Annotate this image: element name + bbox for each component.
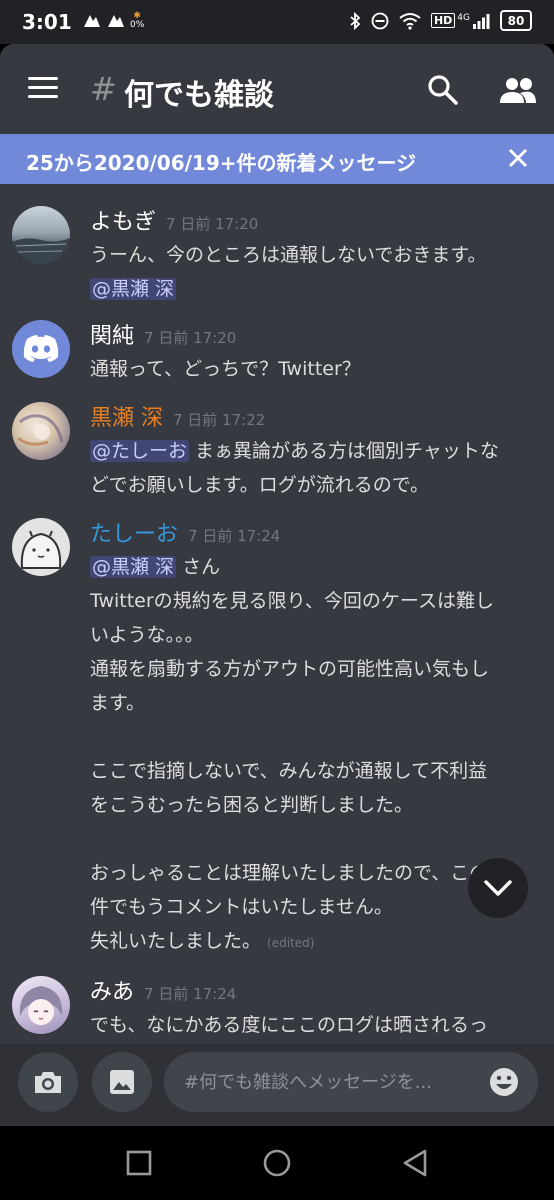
channel-header: # 何でも雑談 <box>0 44 554 134</box>
data-usage-label: 0% <box>130 20 145 30</box>
gallery-button[interactable] <box>92 1052 152 1112</box>
timestamp: 7 日前 17:24 <box>188 527 281 545</box>
hd-badge: HD <box>430 13 456 28</box>
author-name[interactable]: よもぎ <box>90 210 156 235</box>
battery-icon: 80 <box>500 10 532 31</box>
author-name[interactable]: 黒瀬 深 <box>90 406 163 431</box>
author-name[interactable]: みあ <box>90 980 134 1005</box>
message-line: Twitterの規約を見る限り、今回のケースは難し <box>90 590 494 612</box>
channel-title: 何でも雑談 <box>124 78 274 113</box>
message-header: よもぎ 7 日前 17:20 <box>90 204 258 236</box>
message-line: 通報って、どっちで？Twitter？ <box>90 358 361 380</box>
network-type: 4G <box>457 12 470 23</box>
message-input[interactable] <box>164 1052 538 1112</box>
user-mention[interactable]: @黒瀬 深 <box>90 556 177 578</box>
notification-icon <box>106 13 126 29</box>
status-left-icons: ✱ 0% <box>82 12 144 30</box>
user-mention[interactable]: @たしーお <box>90 440 190 462</box>
author-name[interactable]: たしーお <box>90 522 178 547</box>
dnd-icon <box>371 12 389 30</box>
system-navigation-bar <box>0 1126 554 1200</box>
message-line: ここで指摘しないで、みんなが通報して不利益 <box>90 760 488 782</box>
message-list: よもぎ 7 日前 17:20 うーん、今のところは通報しないでおきます。 @黒瀬 … <box>0 184 554 1044</box>
status-right-icons: HD 4G 80 <box>349 10 532 31</box>
channel-hash-icon: # <box>90 70 117 108</box>
message-header: 黒瀬 深 7 日前 17:22 <box>90 400 265 432</box>
message-line: 通報を扇動する方がアウトの可能性高い気もし <box>90 658 490 680</box>
message-line: どでお願いします。ログが流れるので。 <box>90 474 429 496</box>
battery-level: 80 <box>507 13 525 28</box>
image-icon <box>110 1070 134 1094</box>
new-messages-banner-text: 25から2020/06/19+件の新着メッセージ <box>26 151 417 175</box>
message-line: でも、なにかある度にここのログは晒されるっ <box>90 1014 489 1036</box>
message-header: 関純 7 日前 17:20 <box>90 318 236 350</box>
avatar[interactable] <box>12 320 70 378</box>
signal-icon: HD 4G <box>430 12 490 29</box>
avatar[interactable] <box>12 976 70 1034</box>
home-icon[interactable] <box>262 1148 292 1178</box>
message-header: みあ 7 日前 17:24 <box>90 974 236 1006</box>
timestamp: 7 日前 17:20 <box>144 329 237 347</box>
chevron-down-icon <box>484 880 512 896</box>
message-header: たしーお 7 日前 17:24 <box>90 516 280 548</box>
message-line: 失礼いたしました。 <box>90 930 262 952</box>
camera-icon <box>35 1072 61 1093</box>
timestamp: 7 日前 17:22 <box>173 411 266 429</box>
search-icon[interactable] <box>426 73 460 107</box>
recents-icon[interactable] <box>124 1148 154 1178</box>
close-icon[interactable] <box>504 144 532 172</box>
emoji-icon <box>490 1068 518 1096</box>
message-line: いような。。。 <box>90 624 204 646</box>
discord-app: # 何でも雑談 25から2020/06/19+件の新着メッセージ よもぎ 7 日前… <box>0 44 554 1126</box>
wifi-icon <box>399 12 421 30</box>
notification-icon <box>82 13 102 29</box>
members-icon[interactable] <box>498 73 538 107</box>
timestamp: 7 日前 17:24 <box>144 985 237 1003</box>
author-name[interactable]: 関純 <box>90 324 134 349</box>
edited-label: (edited) <box>267 936 315 950</box>
timestamp: 7 日前 17:20 <box>166 215 259 233</box>
message-composer <box>0 1044 554 1126</box>
avatar[interactable] <box>12 206 70 264</box>
menu-icon[interactable] <box>28 77 58 99</box>
avatar[interactable] <box>12 402 70 460</box>
message-line: ます。 <box>90 692 146 714</box>
message-body: うーん、今のところは通報しないでおきます。 @黒瀬 深 <box>90 238 536 306</box>
bluetooth-icon <box>349 11 361 30</box>
user-mention[interactable]: @黒瀬 深 <box>90 278 177 300</box>
camera-button[interactable] <box>18 1052 78 1112</box>
message-line: をこうむったら困ると判断しました。 <box>90 794 414 816</box>
message-text: まぁ異論がある方は個別チャットな <box>189 440 499 462</box>
message-body: でも、なにかある度にここのログは晒されるっ <box>90 1008 536 1042</box>
back-icon[interactable] <box>400 1148 430 1178</box>
jump-to-present-button[interactable] <box>468 858 528 918</box>
new-messages-banner[interactable]: 25から2020/06/19+件の新着メッセージ <box>0 134 554 184</box>
message-line: うーん、今のところは通報しないでおきます。 <box>90 244 487 266</box>
avatar[interactable] <box>12 518 70 576</box>
message-body: 通報って、どっちで？Twitter？ <box>90 352 536 386</box>
emoji-button[interactable] <box>488 1066 520 1098</box>
status-time: 3:01 <box>22 10 72 34</box>
data-usage-indicator: ✱ 0% <box>130 11 145 30</box>
status-bar: 3:01 ✱ 0% HD 4G 80 <box>0 0 554 44</box>
message-body: @たしーお まぁ異論がある方は個別チャットな どでお願いします。ログが流れるので… <box>90 434 536 502</box>
message-text: さん <box>176 556 221 578</box>
